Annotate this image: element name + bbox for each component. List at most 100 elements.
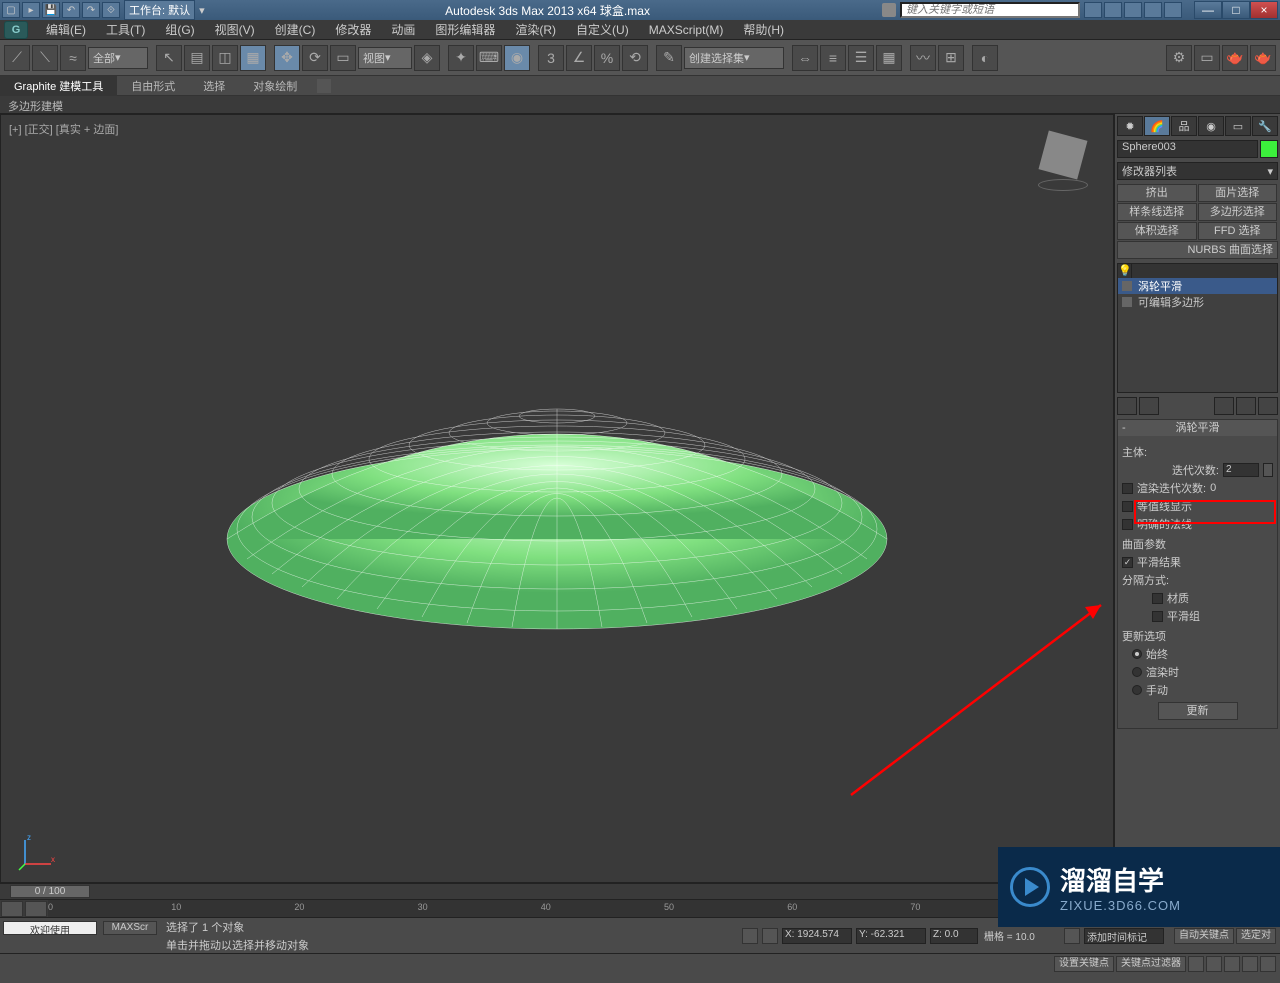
iterations-spin-buttons[interactable] xyxy=(1263,463,1273,477)
layer-manager-icon[interactable]: ▦ xyxy=(876,45,902,71)
keyboard-shortcut-icon[interactable]: ⌨ xyxy=(476,45,502,71)
stack-bulb-icon[interactable]: 💡 xyxy=(1118,264,1132,278)
ribbon-tab-selection[interactable]: 选择 xyxy=(189,76,239,96)
iterations-spinner[interactable]: 2 xyxy=(1223,463,1259,477)
ribbon-tab-paint[interactable]: 对象绘制 xyxy=(239,76,311,96)
motion-tab-icon[interactable]: ◉ xyxy=(1198,116,1224,136)
move-tool-icon[interactable]: ✥ xyxy=(274,45,300,71)
unlink-tool-icon[interactable]: ⟍ xyxy=(32,45,58,71)
viewcube-cube[interactable] xyxy=(1039,131,1088,180)
mirror-icon[interactable]: ⇔ xyxy=(792,45,818,71)
angle-snap-icon[interactable]: ∠ xyxy=(566,45,592,71)
menu-modifiers[interactable]: 修改器 xyxy=(325,19,381,40)
always-radio[interactable] xyxy=(1132,649,1142,659)
track-config-icon[interactable] xyxy=(1,901,23,917)
menu-group[interactable]: 组(G) xyxy=(155,19,204,40)
exchange-icon[interactable] xyxy=(1124,2,1142,18)
configure-sets-icon[interactable] xyxy=(1258,397,1278,415)
named-selection-dropdown[interactable]: 创建选择集 ▾ xyxy=(684,47,784,69)
welcome-button[interactable]: 欢迎使用 xyxy=(3,921,97,935)
ribbon-tab-freeform[interactable]: 自由形式 xyxy=(117,76,189,96)
minimize-button[interactable]: — xyxy=(1194,1,1222,19)
workspace-dropdown[interactable]: 工作台: 默认 xyxy=(124,0,195,20)
set-key-button[interactable]: 设置关键点 xyxy=(1054,956,1114,972)
explicit-normals-checkbox[interactable] xyxy=(1122,519,1133,530)
menu-help[interactable]: 帮助(H) xyxy=(733,19,794,40)
display-tab-icon[interactable]: ▭ xyxy=(1225,116,1251,136)
menu-create[interactable]: 创建(C) xyxy=(265,19,326,40)
search-input[interactable] xyxy=(900,2,1080,18)
create-tab-icon[interactable]: ✹ xyxy=(1117,116,1143,136)
spinner-snap-icon[interactable]: ⟲ xyxy=(622,45,648,71)
show-end-result-icon[interactable] xyxy=(1139,397,1159,415)
render-icon[interactable]: 🫖 xyxy=(1222,45,1248,71)
menu-animation[interactable]: 动画 xyxy=(381,19,425,40)
viewport-label[interactable]: [+] [正交] [真实 + 边面] xyxy=(9,121,118,137)
viewcube[interactable] xyxy=(1033,135,1093,205)
play-icon[interactable] xyxy=(1224,956,1240,972)
select-object-icon[interactable]: ↖ xyxy=(156,45,182,71)
mod-btn-nurbs-select[interactable]: NURBS 曲面选择 xyxy=(1117,241,1278,259)
new-icon[interactable]: ▢ xyxy=(2,2,20,18)
scale-tool-icon[interactable]: ▭ xyxy=(330,45,356,71)
material-checkbox[interactable] xyxy=(1152,593,1163,604)
maxscript-listener-button[interactable]: MAXScr xyxy=(103,921,157,935)
coord-x-field[interactable]: X: 1924.574 xyxy=(782,928,852,944)
selection-filter-dropdown[interactable]: 全部 ▾ xyxy=(88,47,148,69)
key-filters-button[interactable]: 关键点过滤器 xyxy=(1116,956,1186,972)
layers-icon[interactable]: ☰ xyxy=(848,45,874,71)
render-iters-checkbox[interactable] xyxy=(1122,483,1133,494)
goto-end-icon[interactable] xyxy=(1260,956,1276,972)
redo-icon[interactable]: ↷ xyxy=(82,2,100,18)
render-frame-icon[interactable]: ▭ xyxy=(1194,45,1220,71)
named-selection-edit-icon[interactable]: ✎ xyxy=(656,45,682,71)
render-setup-icon[interactable]: ⚙ xyxy=(1166,45,1192,71)
pin-stack-icon[interactable] xyxy=(1117,397,1137,415)
time-tag-icon[interactable] xyxy=(1064,928,1080,944)
mod-btn-spline-select[interactable]: 样条线选择 xyxy=(1117,203,1197,221)
material-editor-icon[interactable]: ◐ xyxy=(972,45,998,71)
crossing-selection-icon[interactable]: ▦ xyxy=(240,45,266,71)
selected-dropdown[interactable]: 选定对 xyxy=(1236,928,1276,944)
menu-tools[interactable]: 工具(T) xyxy=(96,19,155,40)
smooth-result-checkbox[interactable]: ✓ xyxy=(1122,557,1133,568)
auto-key-button[interactable]: 自动关键点 xyxy=(1174,928,1234,944)
hierarchy-tab-icon[interactable]: 品 xyxy=(1171,116,1197,136)
sphere-wireframe-object[interactable] xyxy=(207,359,907,639)
render-production-icon[interactable]: 🫖 xyxy=(1250,45,1276,71)
stack-item-editable-poly[interactable]: 可编辑多边形 xyxy=(1118,294,1277,310)
mod-btn-ffd-select[interactable]: FFD 选择 xyxy=(1198,222,1278,240)
menu-maxscript[interactable]: MAXScript(M) xyxy=(639,21,734,39)
menu-graph[interactable]: 图形编辑器 xyxy=(425,19,505,40)
modifier-list-dropdown[interactable]: 修改器列表▾ xyxy=(1117,162,1278,180)
help-icon[interactable] xyxy=(1164,2,1182,18)
add-time-tag-field[interactable]: 添加时间标记 xyxy=(1084,928,1164,944)
remove-modifier-icon[interactable] xyxy=(1236,397,1256,415)
track-mini-icon[interactable] xyxy=(25,901,47,917)
isolate-icon[interactable] xyxy=(762,928,778,944)
smooth-group-checkbox[interactable] xyxy=(1152,611,1163,622)
menu-customize[interactable]: 自定义(U) xyxy=(566,19,639,40)
make-unique-icon[interactable] xyxy=(1214,397,1234,415)
rollout-header[interactable]: 涡轮平滑 xyxy=(1118,420,1277,436)
close-button[interactable]: × xyxy=(1250,1,1278,19)
modify-tab-icon[interactable]: 🌈 xyxy=(1144,116,1170,136)
object-color-swatch[interactable] xyxy=(1260,140,1278,158)
align-icon[interactable]: ≡ xyxy=(820,45,846,71)
prev-frame-icon[interactable] xyxy=(1206,956,1222,972)
menu-render[interactable]: 渲染(R) xyxy=(505,19,566,40)
coord-y-field[interactable]: Y: -62.321 xyxy=(856,928,926,944)
bind-space-warp-icon[interactable]: ≈ xyxy=(60,45,86,71)
rotate-tool-icon[interactable]: ⟳ xyxy=(302,45,328,71)
menu-view[interactable]: 视图(V) xyxy=(205,19,265,40)
manipulate-icon[interactable]: ✦ xyxy=(448,45,474,71)
time-slider-thumb[interactable]: 0 / 100 xyxy=(10,885,90,898)
modifier-stack[interactable]: 💡 涡轮平滑 可编辑多边形 xyxy=(1117,263,1278,393)
manually-radio[interactable] xyxy=(1132,685,1142,695)
when-rendering-radio[interactable] xyxy=(1132,667,1142,677)
link-tool-icon[interactable]: ⟋ xyxy=(4,45,30,71)
percent-snap-icon[interactable]: % xyxy=(594,45,620,71)
viewport[interactable]: [+] [正交] [真实 + 边面] xyxy=(0,114,1114,883)
search-icon[interactable] xyxy=(1084,2,1102,18)
link-icon[interactable]: ⟐ xyxy=(102,2,120,18)
